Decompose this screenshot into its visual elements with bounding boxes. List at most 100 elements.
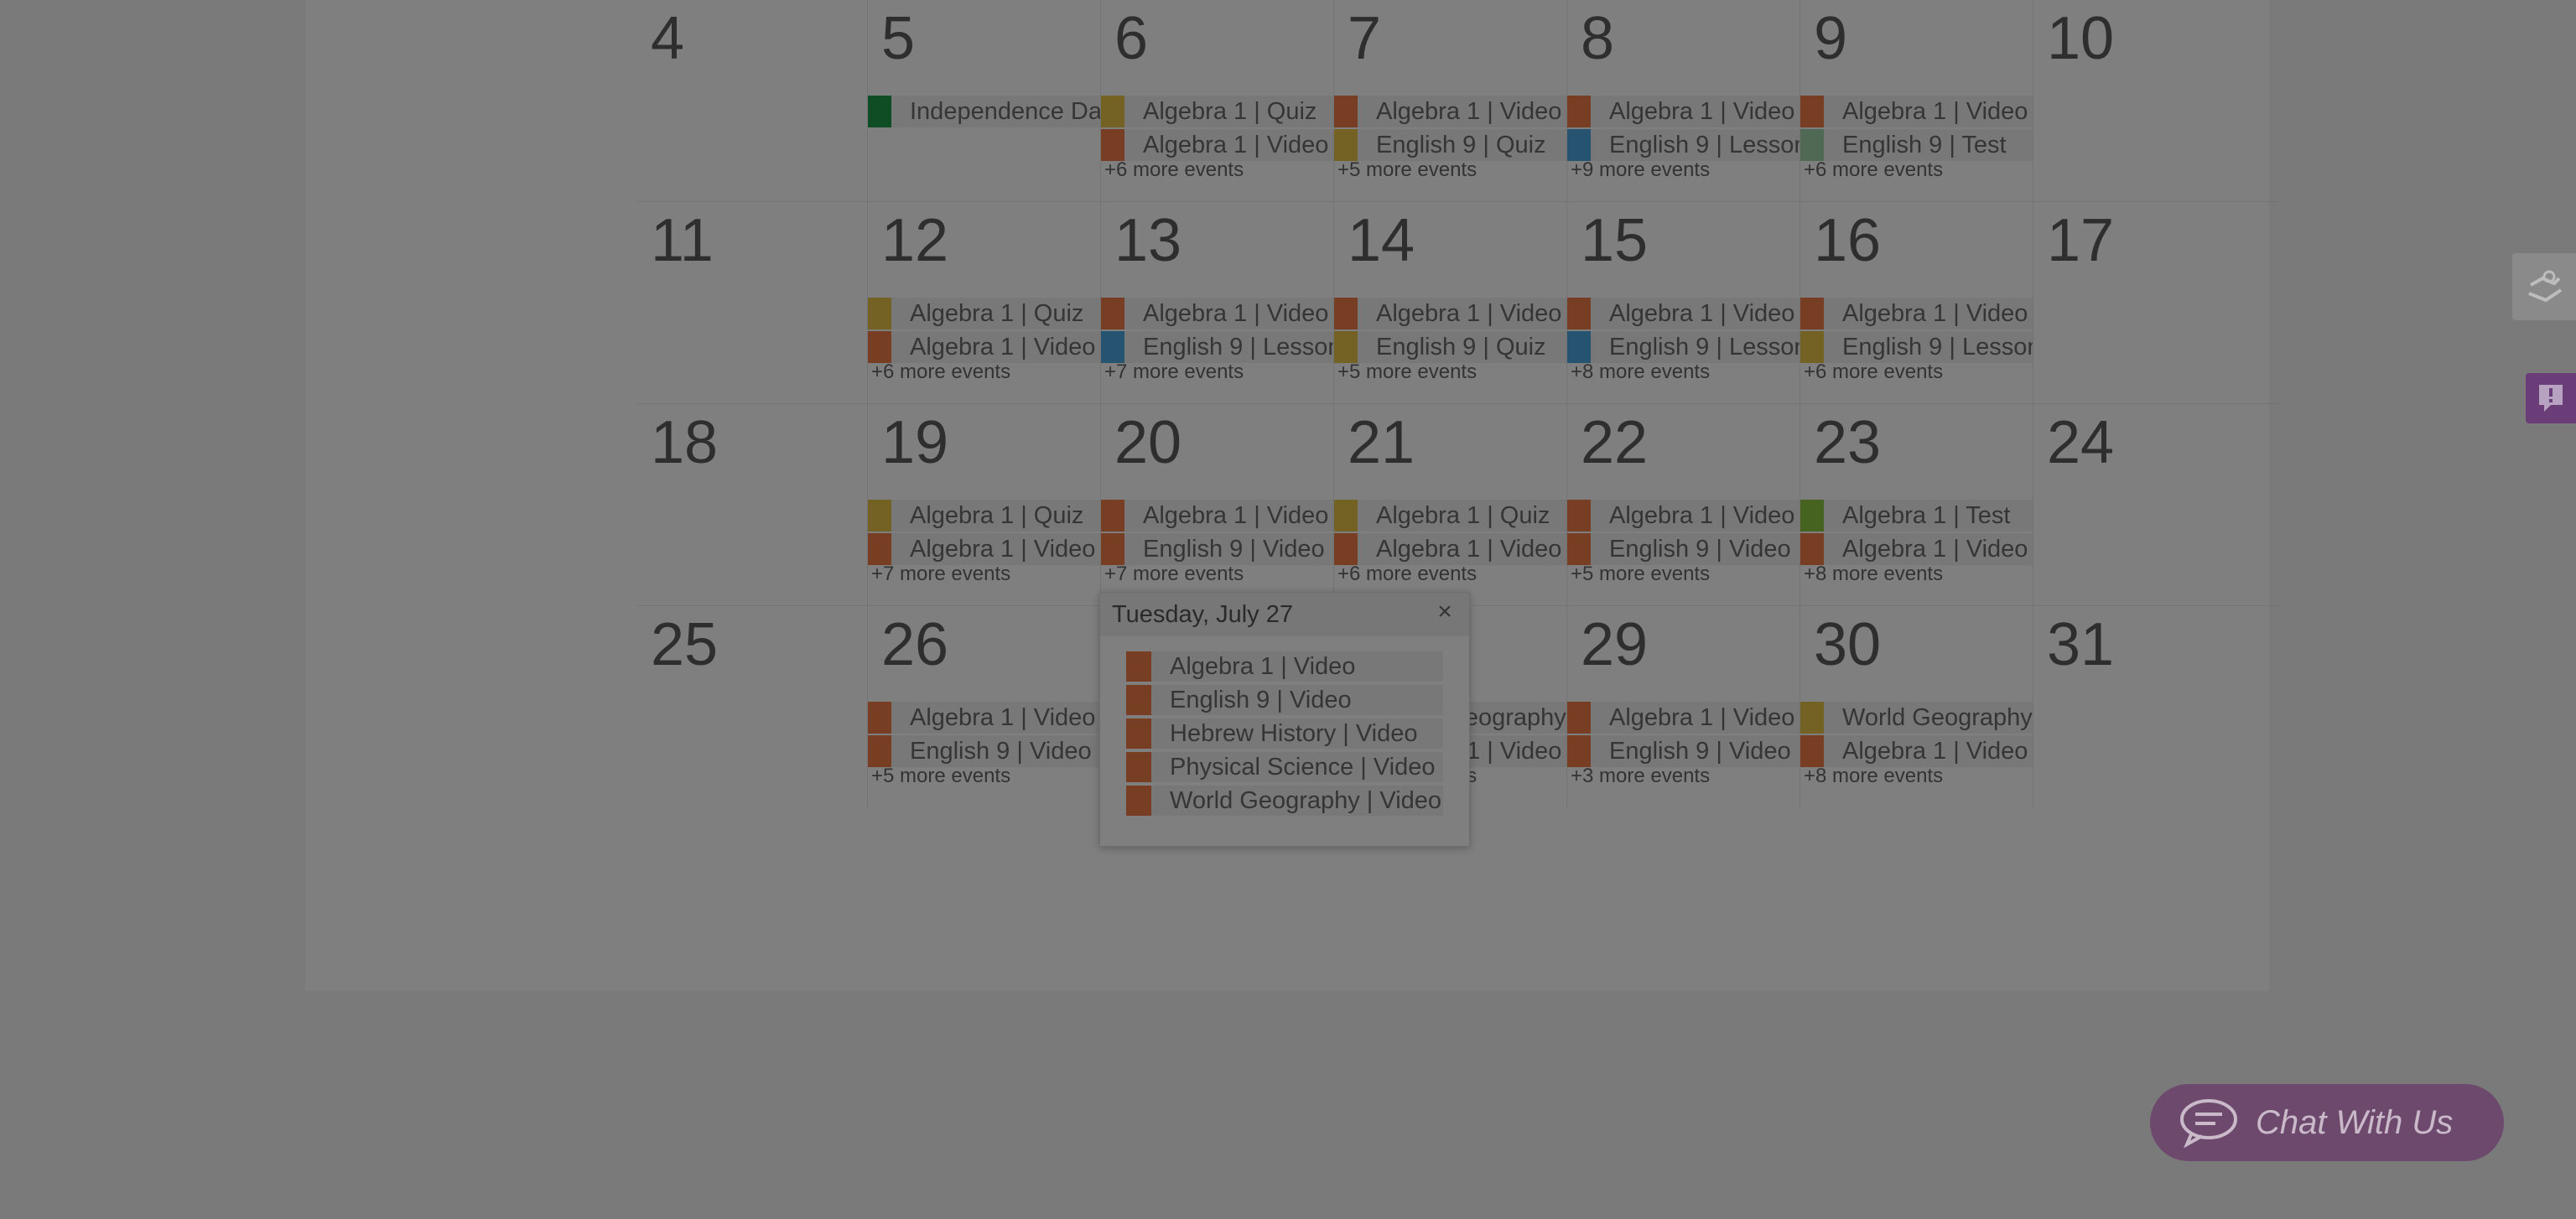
calendar-event[interactable]: English 9 | Test: [1800, 129, 2033, 161]
calendar-event[interactable]: Algebra 1 | Video: [1800, 735, 2033, 767]
more-events-link[interactable]: +5 more events: [1337, 158, 1477, 183]
popover-event[interactable]: Physical Science | Video: [1126, 752, 1443, 782]
calendar-day[interactable]: 29 Algebra 1 | Video English 9 | Video +3 m…: [1566, 606, 1800, 807]
calendar-day[interactable]: 22 Algebra 1 | Video English 9 | Video +5 m…: [1566, 404, 1800, 605]
more-events-link[interactable]: +7 more events: [1104, 360, 1244, 385]
event-label: English 9 | Lesson: [1842, 334, 2033, 361]
calendar-event[interactable]: English 9 | Quiz: [1334, 331, 1566, 363]
calendar-event[interactable]: Algebra 1 | Video: [868, 702, 1100, 734]
chat-with-us-button[interactable]: Chat With Us: [2150, 1084, 2504, 1161]
event-color-swatch: [868, 533, 891, 565]
popover-event[interactable]: World Geography | Video: [1126, 786, 1443, 816]
calendar-week: 11 12 Algebra 1 | Quiz Algebra 1 | Video +6 …: [637, 201, 2279, 403]
calendar-day[interactable]: 11: [637, 202, 870, 403]
more-events-link[interactable]: +5 more events: [1337, 360, 1477, 385]
calendar-event[interactable]: English 9 | Quiz: [1334, 129, 1566, 161]
more-events-link[interactable]: +6 more events: [1804, 360, 1943, 385]
calendar-event[interactable]: Algebra 1 | Video: [1800, 298, 2033, 329]
calendar-day[interactable]: 19 Algebra 1 | Quiz Algebra 1 | Video +7 mo…: [867, 404, 1100, 605]
calendar-day[interactable]: 24: [2033, 404, 2266, 605]
event-color-swatch: [1800, 735, 1824, 767]
more-events-link[interactable]: +8 more events: [1804, 764, 1943, 789]
calendar-day[interactable]: 4: [637, 0, 870, 201]
popover-event[interactable]: English 9 | Video: [1126, 685, 1443, 715]
calendar-day[interactable]: 6 Algebra 1 | Quiz Algebra 1 | Video +6 mor…: [1100, 0, 1333, 201]
calendar-day[interactable]: 9 Algebra 1 | Video English 9 | Test +6 mor…: [1800, 0, 2033, 201]
calendar-day[interactable]: 14 Algebra 1 | Video English 9 | Quiz +5 mo…: [1333, 202, 1566, 403]
calendar-event[interactable]: Algebra 1 | Video: [1334, 96, 1566, 127]
calendar-event[interactable]: Algebra 1 | Video: [1567, 298, 1800, 329]
calendar-event[interactable]: English 9 | Lesson: [1567, 129, 1800, 161]
side-tab-feedback[interactable]: [2526, 373, 2576, 423]
calendar-day[interactable]: 31: [2033, 606, 2266, 807]
calendar-event[interactable]: Algebra 1 | Video: [1101, 129, 1333, 161]
calendar-event[interactable]: Algebra 1 | Video: [1567, 96, 1800, 127]
calendar-day[interactable]: 7 Algebra 1 | Video English 9 | Quiz +5 mor…: [1333, 0, 1566, 201]
calendar-event[interactable]: Algebra 1 | Quiz: [1334, 500, 1566, 532]
day-number: 11: [651, 207, 714, 274]
more-events-link[interactable]: +3 more events: [1571, 764, 1710, 789]
calendar-event[interactable]: Algebra 1 | Video: [1800, 533, 2033, 565]
calendar-day[interactable]: 15 Algebra 1 | Video English 9 | Lesson +8 …: [1566, 202, 1800, 403]
event-color-swatch: [1126, 718, 1151, 749]
popover-event[interactable]: Algebra 1 | Video: [1126, 651, 1443, 682]
calendar-day[interactable]: 18: [637, 404, 870, 605]
calendar-event[interactable]: Algebra 1 | Video: [1334, 533, 1566, 565]
calendar-event[interactable]: Algebra 1 | Video: [1101, 500, 1333, 532]
calendar-event[interactable]: Algebra 1 | Video: [868, 533, 1100, 565]
close-icon[interactable]: ×: [1432, 599, 1457, 625]
day-number: 18: [651, 409, 719, 476]
calendar-day[interactable]: 20 Algebra 1 | Video English 9 | Video +7 m…: [1100, 404, 1333, 605]
more-events-link[interactable]: +7 more events: [871, 562, 1010, 587]
calendar-event[interactable]: English 9 | Video: [868, 735, 1100, 767]
calendar-event[interactable]: Independence Day: [868, 96, 1100, 127]
calendar-day[interactable]: 21 Algebra 1 | Quiz Algebra 1 | Video +6 mo…: [1333, 404, 1566, 605]
more-events-link[interactable]: +8 more events: [1804, 562, 1943, 587]
more-events-link[interactable]: +8 more events: [1571, 360, 1710, 385]
more-events-link[interactable]: +9 more events: [1571, 158, 1710, 183]
calendar-day[interactable]: 8 Algebra 1 | Video English 9 | Lesson +9 m…: [1566, 0, 1800, 201]
calendar-event[interactable]: English 9 | Lesson: [1567, 331, 1800, 363]
calendar-day[interactable]: 23 Algebra 1 | Test Algebra 1 | Video +8 mo…: [1800, 404, 2033, 605]
calendar-day[interactable]: 10: [2033, 0, 2266, 201]
calendar-event[interactable]: Algebra 1 | Video: [1567, 500, 1800, 532]
calendar-day[interactable]: 5 Independence Day: [867, 0, 1100, 201]
calendar-event[interactable]: Algebra 1 | Video: [1334, 298, 1566, 329]
calendar-day[interactable]: 16 Algebra 1 | Video English 9 | Lesson +6 …: [1800, 202, 2033, 403]
calendar-event[interactable]: Algebra 1 | Video: [1101, 298, 1333, 329]
calendar-event[interactable]: English 9 | Video: [1567, 735, 1800, 767]
event-color-swatch: [1567, 533, 1591, 565]
calendar-event[interactable]: Algebra 1 | Test: [1800, 500, 2033, 532]
event-color-swatch: [1567, 702, 1591, 734]
calendar-day[interactable]: 13 Algebra 1 | Video English 9 | Lesson +7 …: [1100, 202, 1333, 403]
more-events-link[interactable]: +7 more events: [1104, 562, 1244, 587]
day-number: 15: [1581, 207, 1649, 274]
calendar-day[interactable]: 25: [637, 606, 870, 807]
calendar-event[interactable]: English 9 | Lesson: [1101, 331, 1333, 363]
calendar-event[interactable]: English 9 | Lesson: [1800, 331, 2033, 363]
calendar-event[interactable]: World Geography: [1800, 702, 2033, 734]
more-events-link[interactable]: +6 more events: [871, 360, 1010, 385]
calendar-event[interactable]: English 9 | Video: [1567, 533, 1800, 565]
event-color-swatch: [1800, 96, 1824, 127]
more-events-link[interactable]: +6 more events: [1804, 158, 1943, 183]
calendar-event[interactable]: Algebra 1 | Quiz: [868, 500, 1100, 532]
calendar-day[interactable]: 17: [2033, 202, 2266, 403]
calendar-event[interactable]: Algebra 1 | Video: [1800, 96, 2033, 127]
day-number: 23: [1814, 409, 1882, 476]
more-events-link[interactable]: +6 more events: [1337, 562, 1477, 587]
more-events-link[interactable]: +5 more events: [1571, 562, 1710, 587]
calendar-event[interactable]: Algebra 1 | Quiz: [1101, 96, 1333, 127]
more-events-link[interactable]: +5 more events: [871, 764, 1010, 789]
calendar-event[interactable]: Algebra 1 | Quiz: [868, 298, 1100, 329]
calendar-day[interactable]: 26 Algebra 1 | Video English 9 | Video +5 m…: [867, 606, 1100, 807]
calendar-event[interactable]: Algebra 1 | Video: [1567, 702, 1800, 734]
calendar-day[interactable]: 30 World Geography Algebra 1 | Video +8 mor…: [1800, 606, 2033, 807]
calendar-day[interactable]: 12 Algebra 1 | Quiz Algebra 1 | Video +6 mo…: [867, 202, 1100, 403]
more-events-link[interactable]: +6 more events: [1104, 158, 1244, 183]
popover-event[interactable]: Hebrew History | Video: [1126, 718, 1443, 749]
side-tab-help[interactable]: [2512, 253, 2576, 320]
calendar-event[interactable]: English 9 | Video: [1101, 533, 1333, 565]
event-color-swatch: [1101, 331, 1124, 363]
calendar-event[interactable]: Algebra 1 | Video: [868, 331, 1100, 363]
